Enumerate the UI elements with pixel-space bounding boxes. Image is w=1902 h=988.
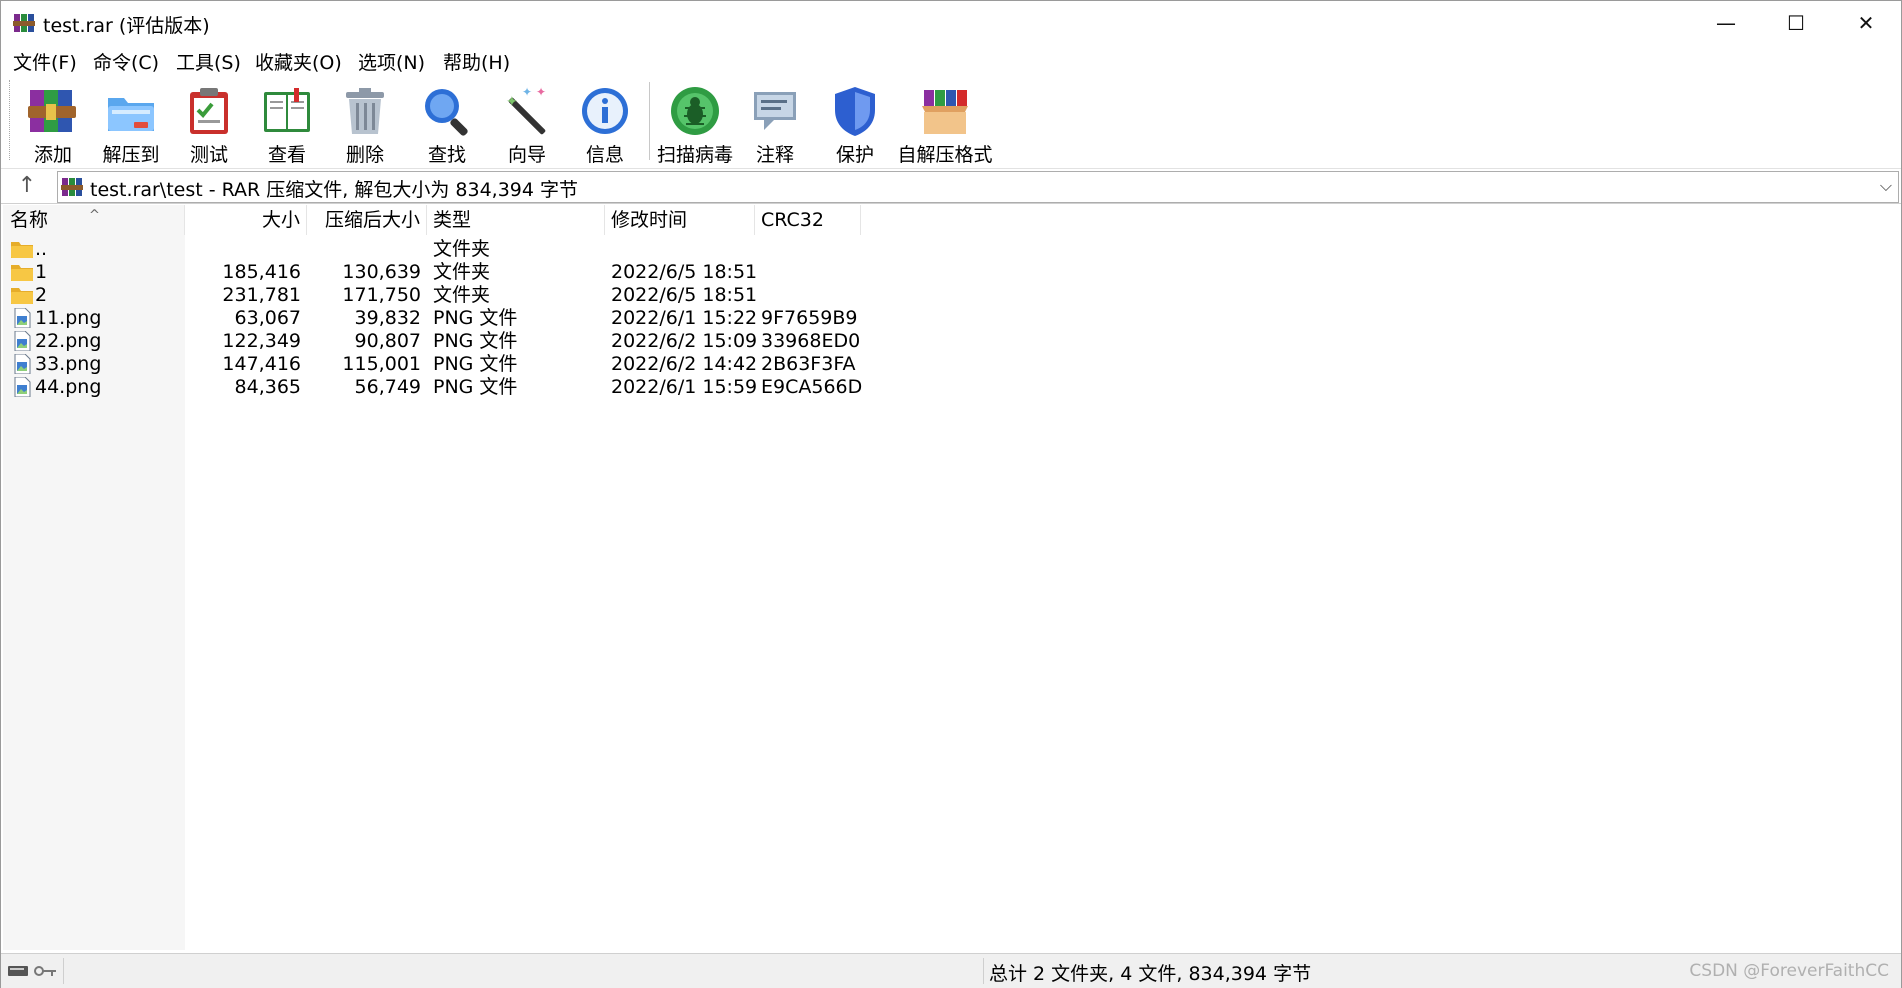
info-icon xyxy=(582,88,628,134)
up-button[interactable]: ↑ xyxy=(11,173,43,199)
toolbar-label: 查找 xyxy=(427,144,466,166)
menu-tools[interactable]: 工具(S) xyxy=(176,48,241,75)
svg-text:✦: ✦ xyxy=(506,94,518,110)
file-name: 44.png xyxy=(35,376,102,398)
column-header-modified[interactable]: 修改时间 xyxy=(605,205,755,235)
window-title: test.rar (评估版本) xyxy=(43,15,210,37)
toolbar-label: 解压到 xyxy=(102,144,160,166)
virus-scan-button[interactable]: 扫描病毒 xyxy=(657,80,734,166)
address-row: ↑ test.rar\test - RAR 压缩文件, 解包大小为 834,39… xyxy=(1,169,1901,204)
watermark: CSDN @ForeverFaithCC xyxy=(1689,961,1889,981)
title-bar[interactable]: test.rar (评估版本) — ☐ ✕ xyxy=(1,1,1901,45)
toolbar: 添加 解压到 测试 查看 删除 查找 ✦ ✦ ✦ 向导 信息 扫描病毒 注释 保… xyxy=(1,76,1901,169)
toolbar-label: 保护 xyxy=(835,144,874,166)
toolbar-label: 信息 xyxy=(585,144,624,166)
menu-favorites[interactable]: 收藏夹(O) xyxy=(255,48,342,75)
folder-up-icon xyxy=(10,239,34,259)
file-modified: 2022/6/1 15:59 xyxy=(611,376,758,398)
toolbar-label: 添加 xyxy=(33,144,72,166)
sort-ascending-icon: ^ xyxy=(89,208,100,223)
sfx-box-icon xyxy=(922,90,968,134)
file-size: 84,365 xyxy=(234,376,301,398)
column-header-crc32[interactable]: CRC32 xyxy=(755,205,861,235)
svg-text:✦: ✦ xyxy=(536,85,546,99)
address-path: test.rar\test - RAR 压缩文件, 解包大小为 834,394 … xyxy=(90,179,579,201)
folder-icon xyxy=(10,285,34,305)
drive-key-icon[interactable] xyxy=(7,962,59,980)
status-bar: 总计 2 文件夹, 4 文件, 834,394 字节 CSDN @Forever… xyxy=(1,953,1901,988)
menu-help[interactable]: 帮助(H) xyxy=(443,48,510,75)
png-file-icon xyxy=(10,353,34,375)
file-type: PNG 文件 xyxy=(433,376,518,398)
menu-command[interactable]: 命令(C) xyxy=(93,48,159,75)
status-divider xyxy=(63,958,64,984)
minimize-icon: — xyxy=(1716,11,1736,35)
toolbar-separator xyxy=(649,82,650,160)
png-file-icon xyxy=(10,376,34,398)
menu-bar: 文件(F) 命令(C) 工具(S) 收藏夹(O) 选项(N) 帮助(H) xyxy=(1,46,1901,76)
menu-options[interactable]: 选项(N) xyxy=(358,48,425,75)
minimize-button[interactable]: — xyxy=(1691,1,1761,45)
extract-folder-icon xyxy=(108,98,154,131)
svg-text:✦: ✦ xyxy=(522,85,532,99)
toolbar-label: 查看 xyxy=(267,144,306,166)
magnifier-icon xyxy=(425,89,468,136)
comment-icon xyxy=(754,92,796,130)
file-row[interactable]: 44.png 84,365 56,749 PNG 文件 2022/6/1 15:59 E9… xyxy=(3,373,903,401)
toolbar-label: 删除 xyxy=(345,144,384,166)
file-list[interactable]: 名称 ^ 大小 压缩后大小 类型 修改时间 CRC32 .. 文件夹 1 185,41… xyxy=(3,205,1899,950)
delete-button[interactable]: 删除 xyxy=(327,80,403,166)
toolbar-label: 向导 xyxy=(507,144,546,166)
add-archive-icon xyxy=(28,90,76,132)
protect-button[interactable]: 保护 xyxy=(817,80,893,166)
toolbar-grip[interactable] xyxy=(9,80,13,160)
chevron-down-icon[interactable]: ⌵ xyxy=(1880,176,1892,196)
png-file-icon xyxy=(10,330,34,352)
test-clipboard-icon xyxy=(190,88,228,134)
view-button[interactable]: 查看 xyxy=(249,80,325,166)
status-divider xyxy=(983,958,984,984)
toolbar-label: 测试 xyxy=(189,144,228,166)
folder-icon xyxy=(10,262,34,282)
add-button[interactable]: 添加 xyxy=(15,80,91,166)
close-icon: ✕ xyxy=(1857,11,1875,35)
toolbar-label: 自解压格式 xyxy=(897,144,993,166)
find-button[interactable]: 查找 xyxy=(409,80,485,166)
file-packed-size: 56,749 xyxy=(354,376,421,398)
address-bar[interactable]: test.rar\test - RAR 压缩文件, 解包大小为 834,394 … xyxy=(57,171,1899,203)
menu-file[interactable]: 文件(F) xyxy=(13,48,77,75)
test-button[interactable]: 测试 xyxy=(171,80,247,166)
winrar-app-icon xyxy=(13,14,35,32)
column-header-packed[interactable]: 压缩后大小 xyxy=(307,205,427,235)
view-book-icon xyxy=(264,88,310,132)
wizard-button[interactable]: ✦ ✦ ✦ 向导 xyxy=(489,80,565,166)
shield-icon xyxy=(835,87,875,136)
arrow-up-icon: ↑ xyxy=(17,173,37,198)
sfx-button[interactable]: 自解压格式 xyxy=(895,80,995,166)
maximize-icon: ☐ xyxy=(1787,11,1805,35)
trash-icon xyxy=(346,88,384,134)
toolbar-label: 扫描病毒 xyxy=(657,144,734,166)
comment-button[interactable]: 注释 xyxy=(737,80,813,166)
close-button[interactable]: ✕ xyxy=(1831,1,1901,45)
winrar-window: test.rar (评估版本) — ☐ ✕ 文件(F) 命令(C) 工具(S) … xyxy=(0,0,1902,988)
virus-scan-icon xyxy=(671,87,719,135)
file-crc32: E9CA566D xyxy=(761,376,863,398)
png-file-icon xyxy=(10,307,34,329)
column-header-name[interactable]: 名称 ^ xyxy=(3,205,185,235)
extract-to-button[interactable]: 解压到 xyxy=(93,80,169,166)
rar-archive-icon xyxy=(61,178,83,196)
column-header-size[interactable]: 大小 xyxy=(185,205,307,235)
column-header-type[interactable]: 类型 xyxy=(427,205,605,235)
status-summary: 总计 2 文件夹, 4 文件, 834,394 字节 xyxy=(989,963,1312,985)
column-header-label: 名称 xyxy=(10,209,49,231)
maximize-button[interactable]: ☐ xyxy=(1761,1,1831,45)
info-button[interactable]: 信息 xyxy=(567,80,643,166)
wizard-wand-icon: ✦ ✦ ✦ xyxy=(506,85,546,135)
toolbar-label: 注释 xyxy=(755,144,794,166)
